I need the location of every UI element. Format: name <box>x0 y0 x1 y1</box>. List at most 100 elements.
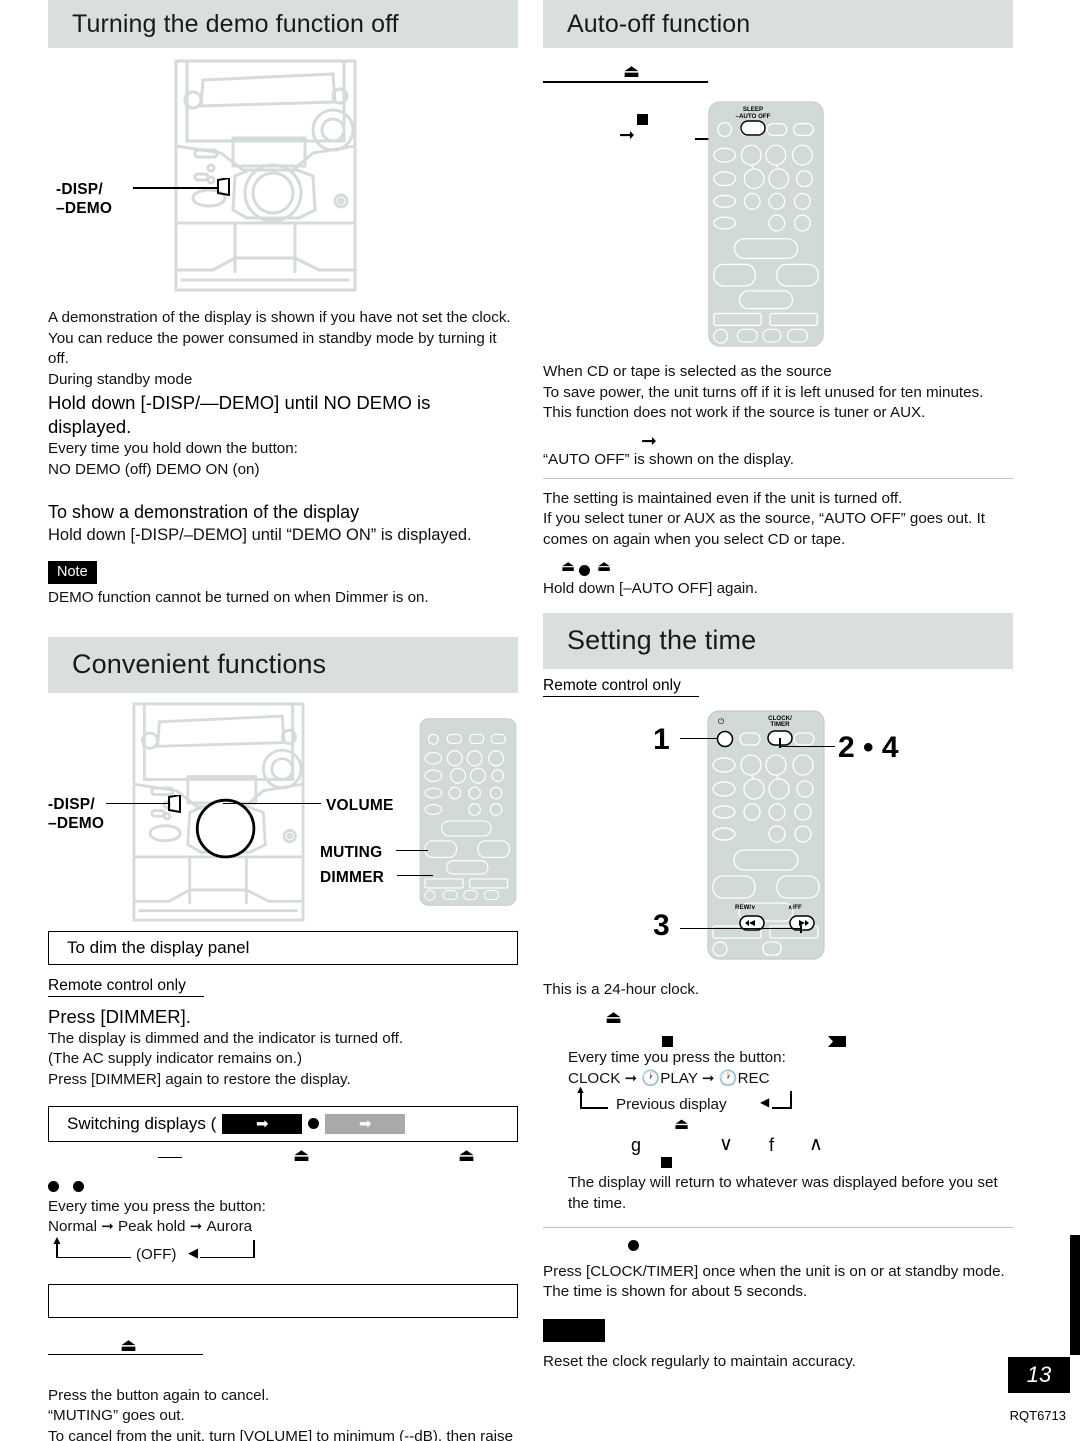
reset-clock-block: Reset the clock regularly to maintain ac… <box>543 1318 1013 1373</box>
press-clock-block: Press [CLOCK/TIMER] once when the unit i… <box>543 1262 1005 1301</box>
eject-icon: ⏏ <box>674 1116 690 1134</box>
box-title: To dim the display panel <box>67 937 250 957</box>
clock-cycle-block: Every time you press the button: CLOCK ➞… <box>543 1048 1013 1121</box>
arrow-right-icon: ➞ <box>641 430 657 452</box>
divider <box>543 477 1013 479</box>
arrow-right-icon: ➞ <box>701 1069 719 1087</box>
auto-off-hold-down: Hold down [–AUTO OFF] again. <box>543 579 758 597</box>
show-demo-line: Hold down [-DISP/–DEMO] until “DEMO ON” … <box>48 525 472 544</box>
power-button-highlight[interactable] <box>716 730 734 748</box>
clock-timer-label: CLOCK/ TIMER <box>768 714 792 729</box>
eject-icon: ⏏ <box>120 1334 138 1355</box>
arrow-left-icon: ◀ <box>188 1244 198 1260</box>
section-header-setting-time: Setting the time <box>543 612 1013 669</box>
glyph-row: ⏏ ⏏ <box>48 1142 518 1178</box>
cycle-every-time: Every time you press the button: <box>568 1049 786 1067</box>
document-code: RQT6713 <box>1009 1408 1066 1423</box>
arrow-up-icon: ▲ <box>575 1084 586 1097</box>
stereo-unit-drawing <box>173 58 358 293</box>
callout-lead-line <box>106 802 170 805</box>
button-marker-icon <box>168 794 181 813</box>
bullet-dot <box>308 1118 320 1130</box>
right-column: Auto-off function ⏏ ➞ SLEEP –AUTO OFF Wh… <box>543 0 1013 1372</box>
flow-every-time: Every time you press the button: <box>48 1197 266 1215</box>
section-title: Auto-off function <box>567 9 751 38</box>
page-number-badge: 13 <box>1008 1357 1070 1393</box>
flow-sequence: Normal ➞ Peak hold ➞ Aurora <box>48 1218 253 1236</box>
section-title: Turning the demo function off <box>72 9 399 38</box>
section-header-auto-off: Auto-off function <box>543 0 1013 48</box>
switching-flow: Every time you press the button: Normal … <box>48 1178 518 1272</box>
step-lead-line <box>779 737 781 748</box>
remote-control-only-label: Remote control only <box>543 677 699 697</box>
illustration-convenient: -DISP/ –DEMO VOLUME MUTING DIMMER <box>48 697 518 927</box>
auto-off-display-line: “AUTO OFF” is shown on the display. <box>543 450 794 468</box>
eject-icon: ⏏ <box>597 557 612 575</box>
square-marker-icon <box>662 1036 673 1048</box>
muting-instructions: Press the button again to cancel. “MUTIN… <box>48 1386 514 1441</box>
display-chip-black: ➡ <box>222 1113 303 1134</box>
eject-icon: ⏏ <box>623 61 641 81</box>
illustration-auto-off: ⏏ ➞ SLEEP –AUTO OFF <box>543 52 1013 362</box>
arrow-down-icon: ∨ <box>719 1134 733 1156</box>
ff-label: ∧/FF <box>788 903 802 911</box>
rew-label: REW/∨ <box>735 903 756 911</box>
callout-volume: VOLUME <box>326 796 394 814</box>
dim-instructions: Remote control only Press [DIMMER]. The … <box>48 977 518 1091</box>
arrow-up-icon: ▲ <box>51 1232 63 1247</box>
show-demo-block: To show a demonstration of the display H… <box>48 500 518 546</box>
section-header-convenient-functions: Convenient functions <box>48 636 518 693</box>
letters-row: ⏏ g ∨ f ∧ <box>543 1117 1013 1161</box>
remote-control-drawing <box>706 100 826 348</box>
power-icon: ⏻ <box>718 716 725 726</box>
illustration-setting-time: ⏻ CLOCK/ TIMER REW/∨ ∧/FF 1 2 • 4 3 <box>543 703 1013 978</box>
blank-chip <box>543 1318 605 1342</box>
step-lead-line <box>680 927 802 930</box>
eject-icon: ⏏ <box>458 1144 476 1165</box>
arrow-left-icon: ◀ <box>760 1095 770 1110</box>
sleep-auto-off-button-highlight[interactable] <box>740 120 766 136</box>
dash-glyph <box>158 1156 182 1159</box>
box-title: Switching displays ( <box>67 1113 217 1133</box>
eject-icon: ⏏ <box>293 1144 311 1165</box>
flow-off-label: (OFF) <box>136 1245 177 1263</box>
letter-g: g <box>631 1135 642 1156</box>
callout-dimmer: DIMMER <box>320 868 385 886</box>
eject-icon: ⏏ <box>561 557 576 575</box>
eject-icon: ⏏ <box>605 1007 623 1028</box>
setting-time-remote-only: Remote control only <box>543 677 1013 697</box>
clock-glyph-row: ⏏ <box>543 1000 1013 1048</box>
button-marker-icon <box>217 178 230 196</box>
reset-clock-line: Reset the clock regularly to maintain ac… <box>543 1352 856 1370</box>
auto-off-display-row: ➞ “AUTO OFF” is shown on the display. <box>543 424 1013 468</box>
cycle-sequence: CLOCK ➞ 🕐PLAY ➞ 🕐REC <box>568 1069 770 1087</box>
note-text: DEMO function cannot be turned on when D… <box>48 589 429 607</box>
bullet-dot <box>579 564 590 576</box>
press-clock-marker-row <box>543 1228 1013 1262</box>
previous-display-label: Previous display <box>616 1096 727 1114</box>
auto-off-description: When CD or tape is selected as the sourc… <box>543 363 984 422</box>
cycle-previous-loop: ▲ Previous display ◀ <box>568 1085 1013 1121</box>
bullet-pair <box>48 1178 518 1196</box>
auto-off-maintained: The setting is maintained even if the un… <box>543 489 986 548</box>
note-block: Note DEMO function cannot be turned on w… <box>48 561 518 609</box>
demo-every-time: Every time you hold down the button: <box>48 440 298 458</box>
left-column: Turning the demo function off -DISP/ –DE… <box>48 0 518 1441</box>
callout-disp-demo: -DISP/ –DEMO <box>48 795 105 832</box>
arrow-up-icon: ∧ <box>809 1134 823 1156</box>
callout-muting: MUTING <box>320 843 383 861</box>
flow-off-loop: ▲ (OFF) ◀ <box>48 1234 518 1272</box>
arrow-right-icon: ➞ <box>619 125 635 146</box>
callout-disp-demo: -DISP/ –DEMO <box>56 181 113 217</box>
square-marker-icon <box>661 1157 672 1169</box>
page-edge-marker <box>1070 1235 1080 1355</box>
box-switching-displays: Switching displays ( ➡ ➡ <box>48 1105 518 1142</box>
step-number-3: 3 <box>653 908 670 942</box>
remote-control-drawing-small <box>418 717 518 907</box>
step-number-2-4: 2 • 4 <box>838 730 899 764</box>
arrow-right-icon: ➞ <box>101 1218 118 1236</box>
rec-clock-icon: 🕐 <box>718 1069 738 1087</box>
arrow-right-icon: ➞ <box>189 1218 207 1236</box>
muting-rule-row: ⏏ <box>48 1332 518 1374</box>
bullet-dot <box>628 1239 639 1251</box>
